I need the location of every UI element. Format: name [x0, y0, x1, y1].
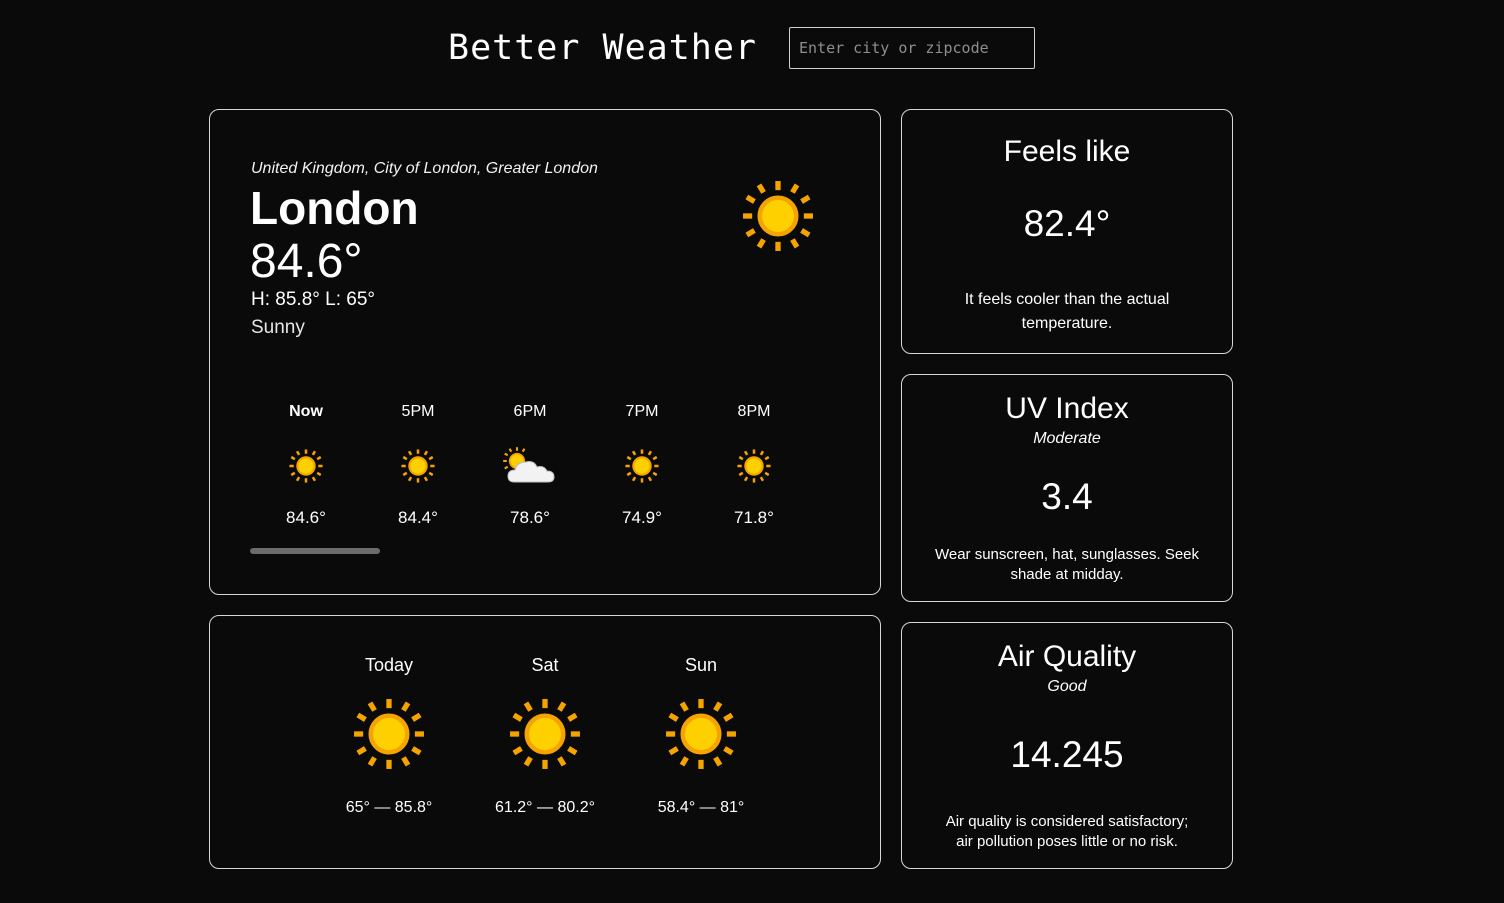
day-item: Today 65° — 85.8° — [314, 654, 464, 818]
hour-temperature: 84.4° — [398, 508, 438, 527]
hour-time: 6PM — [513, 403, 547, 420]
location-label: United Kingdom, City of London, Greater … — [251, 160, 598, 177]
sun-icon — [737, 449, 771, 483]
air-quality-description: Air quality is considered satisfactory; … — [945, 813, 1189, 850]
hour-item: Now 84.6° — [250, 402, 362, 528]
uv-index-value: 3.4 — [1041, 476, 1093, 517]
hour-item: 7PM 74.9° — [586, 402, 698, 528]
current-temperature: 84.6° — [250, 235, 363, 288]
hourly-scrollbar[interactable] — [250, 548, 380, 554]
high-low-temperature: H: 85.8° L: 65° — [251, 289, 375, 310]
hour-temperature: 78.6° — [510, 508, 550, 527]
daily-forecast-card: Today 65° — 85.8° Sat 61.2° — 80.2° Sun … — [209, 615, 881, 869]
hour-temperature: 71.8° — [734, 508, 774, 527]
uv-index-card: UV Index Moderate 3.4 Wear sunscreen, ha… — [901, 374, 1233, 602]
hour-temperature: 74.9° — [622, 508, 662, 527]
day-item: Sun 58.4° — 81° — [626, 654, 776, 818]
hour-temperature: 84.6° — [286, 508, 326, 527]
day-name: Sun — [684, 655, 718, 675]
air-quality-card: Air Quality Good 14.245 Air quality is c… — [901, 622, 1233, 869]
hour-item: 6PM 78.6° — [474, 402, 586, 528]
feels-like-title: Feels like — [1003, 135, 1131, 168]
sun-icon — [401, 449, 435, 483]
air-quality-level: Good — [1047, 678, 1087, 695]
feels-like-value: 82.4° — [1023, 203, 1111, 244]
feels-like-description: It feels cooler than the actual temperat… — [964, 291, 1170, 332]
hour-time: 8PM — [737, 403, 771, 420]
day-item: Sat 61.2° — 80.2° — [470, 654, 620, 818]
sun-icon — [510, 699, 580, 769]
app-title: Better Weather — [448, 28, 758, 68]
condition-label: Sunny — [251, 317, 305, 338]
search-input[interactable] — [789, 27, 1035, 69]
city-name: London — [250, 182, 419, 234]
uv-index-description: Wear sunscreen, hat, sunglasses. Seek sh… — [934, 546, 1200, 583]
feels-like-card: Feels like 82.4° It feels cooler than th… — [901, 109, 1233, 354]
day-name: Today — [364, 655, 414, 675]
partly-cloudy-icon — [503, 447, 555, 483]
sun-icon — [625, 449, 659, 483]
sun-icon — [666, 699, 736, 769]
hour-time: 7PM — [625, 403, 659, 420]
sun-icon — [740, 178, 816, 259]
sun-icon — [354, 699, 424, 769]
day-name: Sat — [531, 655, 559, 675]
day-temperature-range: 65° — 85.8° — [345, 799, 433, 816]
uv-index-title: UV Index — [1005, 392, 1129, 425]
day-temperature-range: 61.2° — 80.2° — [495, 799, 595, 816]
air-quality-value: 14.245 — [1010, 734, 1124, 775]
hour-time: 5PM — [401, 403, 435, 420]
hour-item: 5PM 84.4° — [362, 402, 474, 528]
hour-item: 8PM 71.8° — [698, 402, 810, 528]
sun-icon — [289, 449, 323, 483]
air-quality-title: Air Quality — [997, 640, 1137, 673]
current-weather-card: United Kingdom, City of London, Greater … — [209, 109, 881, 595]
hour-time: Now — [289, 403, 323, 420]
day-temperature-range: 58.4° — 81° — [657, 799, 745, 816]
uv-index-level: Moderate — [1033, 430, 1101, 447]
